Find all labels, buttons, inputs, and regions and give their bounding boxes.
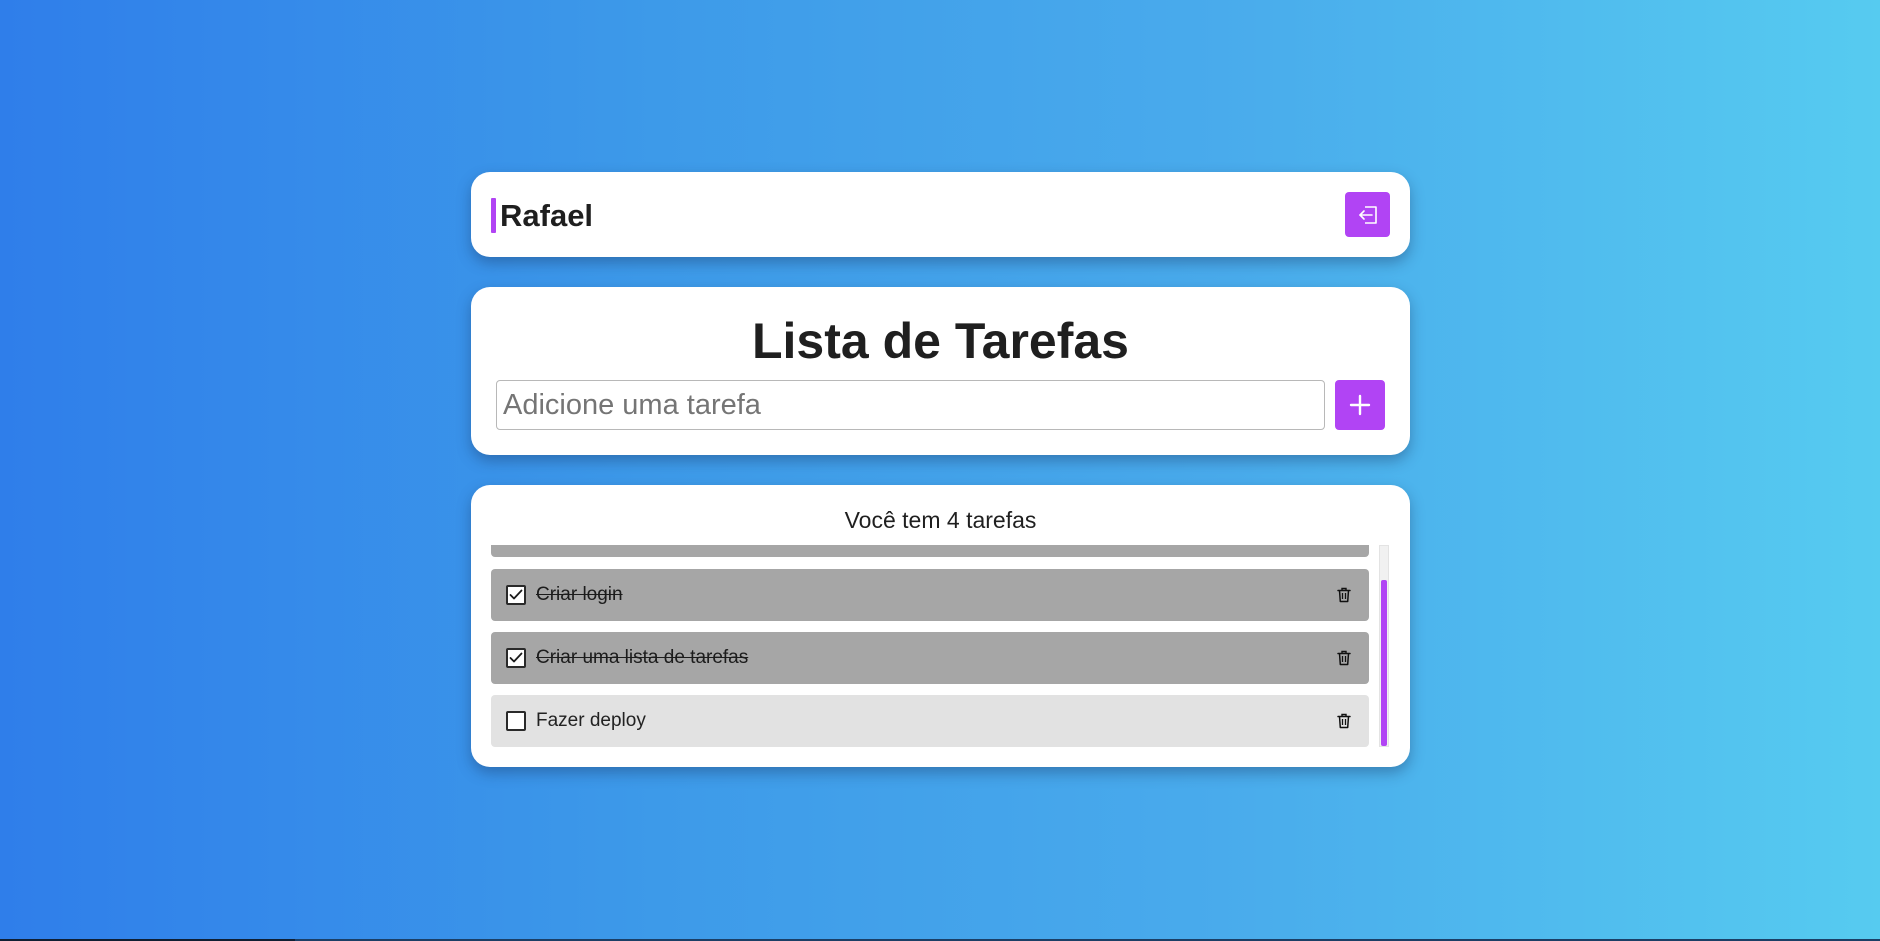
page-title: Lista de Tarefas bbox=[751, 313, 1129, 369]
task-checkbox[interactable] bbox=[506, 648, 526, 668]
task-list-card: Você tem 4 tarefas Criar login Criar uma… bbox=[471, 485, 1410, 767]
task-label: Criar login bbox=[536, 584, 623, 605]
task-row: Criar uma lista de tarefas bbox=[491, 632, 1369, 684]
delete-task-button[interactable] bbox=[1334, 584, 1354, 606]
add-task-button[interactable] bbox=[1335, 380, 1385, 430]
trash-icon bbox=[1337, 713, 1351, 729]
delete-task-button[interactable] bbox=[1334, 647, 1354, 669]
scrollbar-thumb[interactable] bbox=[1381, 580, 1387, 746]
delete-task-button[interactable] bbox=[1334, 710, 1354, 732]
task-checkbox[interactable] bbox=[506, 711, 526, 731]
task-label: Criar uma lista de tarefas bbox=[536, 647, 749, 668]
user-name: Rafael bbox=[500, 198, 594, 233]
user-header-card: Rafael bbox=[471, 172, 1410, 257]
task-row[interactable] bbox=[491, 545, 1369, 557]
task-row: Fazer deploy bbox=[491, 695, 1369, 747]
user-accent-bar bbox=[491, 198, 496, 233]
logout-button[interactable] bbox=[1345, 192, 1390, 237]
logout-icon bbox=[1358, 205, 1377, 224]
task-list-scrollbar[interactable] bbox=[1379, 545, 1389, 747]
task-count: Você tem 4 tarefas bbox=[844, 507, 1037, 533]
trash-icon bbox=[1337, 587, 1351, 603]
add-task-card: Lista de Tarefas bbox=[471, 287, 1410, 455]
task-input[interactable] bbox=[496, 380, 1325, 430]
checkmark-icon bbox=[509, 652, 523, 663]
task-label: Fazer deploy bbox=[536, 710, 646, 731]
task-checkbox[interactable] bbox=[506, 585, 526, 605]
trash-icon bbox=[1337, 650, 1351, 666]
task-list: Criar login Criar uma lista de tarefas F… bbox=[491, 545, 1369, 747]
plus-icon bbox=[1349, 394, 1371, 416]
task-row: Criar login bbox=[491, 569, 1369, 621]
checkmark-icon bbox=[509, 589, 523, 600]
